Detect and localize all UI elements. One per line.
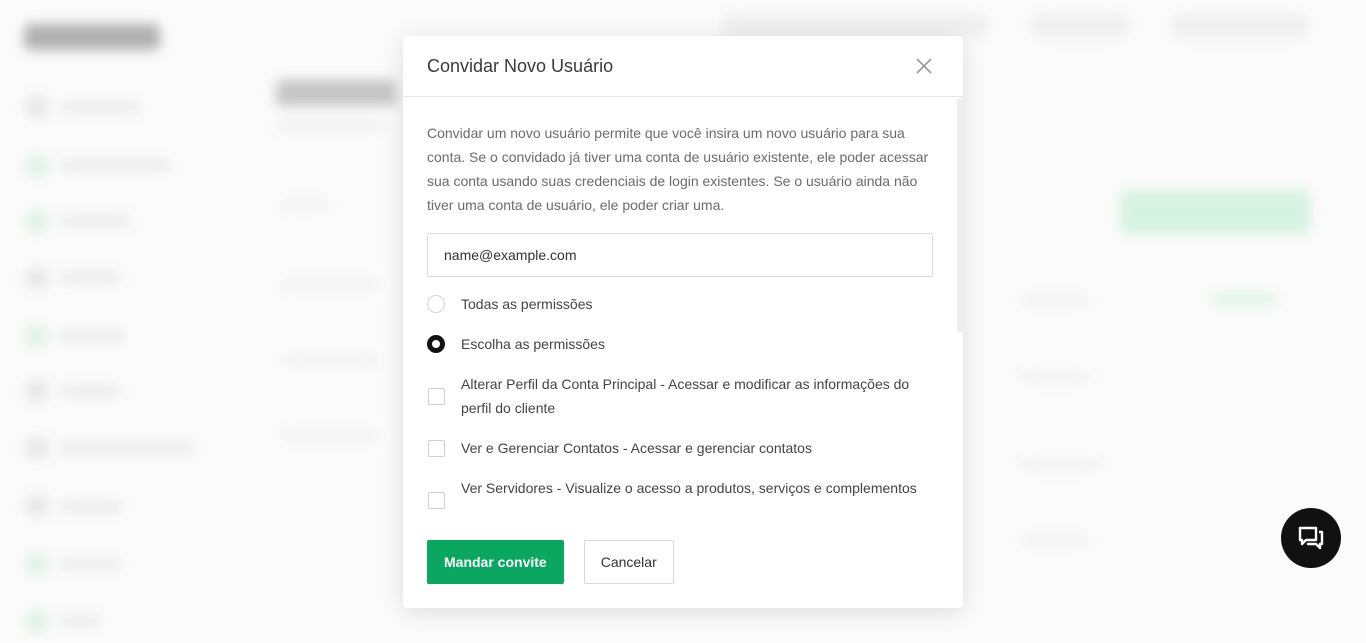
permission-item-servers[interactable]: Ver Servidores - Visualize o acesso a pr… — [427, 476, 931, 524]
modal-header: Convidar Novo Usuário — [403, 36, 963, 97]
permission-label-profile: Alterar Perfil da Conta Principal - Aces… — [461, 376, 910, 416]
close-icon — [916, 58, 932, 74]
permission-checkbox-contacts[interactable] — [427, 439, 445, 457]
radio-all-permissions[interactable]: Todas as permissões — [427, 292, 931, 316]
permission-checkbox-servers[interactable] — [427, 491, 445, 509]
modal-description: Convidar um novo usuário permite que voc… — [427, 125, 929, 213]
radio-choose-permissions[interactable]: Escolha as permissões — [427, 332, 931, 356]
radio-all-permissions-control[interactable] — [427, 295, 445, 313]
permission-label-contacts: Ver e Gerenciar Contatos - Acessar e ger… — [461, 440, 812, 456]
chat-button[interactable] — [1281, 508, 1341, 568]
modal-title: Convidar Novo Usuário — [427, 55, 614, 76]
modal-scrollbar[interactable] — [957, 98, 963, 333]
modal-actions: Mandar convite Cancelar — [427, 540, 674, 584]
permission-checkbox-profile[interactable] — [427, 387, 445, 405]
cancel-button[interactable]: Cancelar — [583, 540, 674, 584]
close-button[interactable] — [913, 55, 935, 77]
modal-body: Convidar um novo usuário permite que voc… — [403, 97, 963, 277]
radio-choose-permissions-label: Escolha as permissões — [461, 336, 605, 352]
send-invite-button[interactable]: Mandar convite — [427, 540, 564, 584]
permission-label-servers: Ver Servidores - Visualize o acesso a pr… — [461, 480, 917, 496]
invite-user-modal: Convidar Novo Usuário Convidar um novo u… — [403, 36, 963, 608]
chat-icon — [1298, 526, 1324, 550]
email-input[interactable] — [427, 233, 933, 277]
radio-all-permissions-label: Todas as permissões — [461, 296, 593, 312]
radio-choose-permissions-control[interactable] — [427, 335, 445, 353]
permission-item-profile[interactable]: Alterar Perfil da Conta Principal - Aces… — [427, 372, 931, 420]
permission-item-contacts[interactable]: Ver e Gerenciar Contatos - Acessar e ger… — [427, 436, 931, 460]
